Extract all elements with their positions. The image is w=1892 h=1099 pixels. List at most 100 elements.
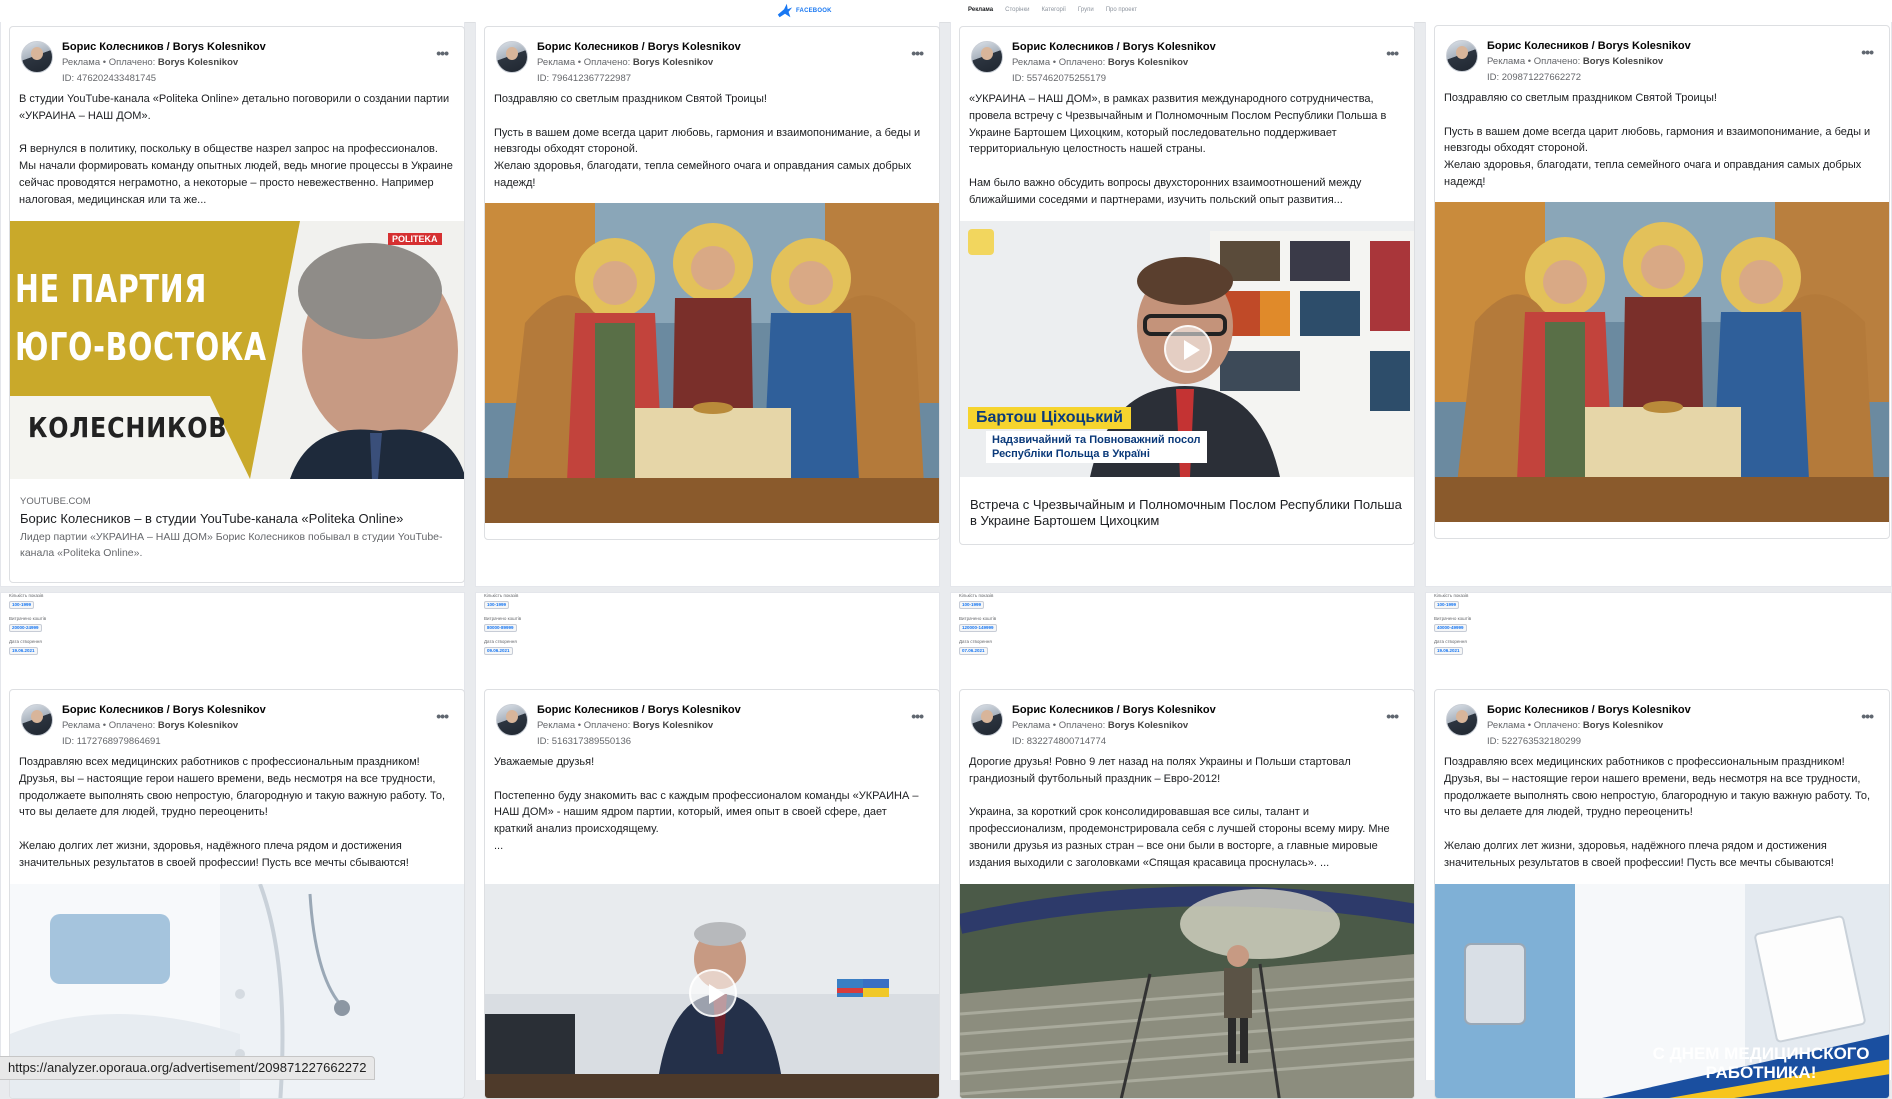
play-icon[interactable]: [689, 969, 737, 1017]
post-image[interactable]: [960, 884, 1414, 1098]
site-logo[interactable]: FACEBOOK: [776, 2, 832, 20]
ad-meta: Реклама • Оплачено: Borys Kolesnikov: [62, 720, 239, 731]
ad-meta: Реклама • Оплачено: Borys Kolesnikov: [1012, 57, 1189, 68]
ad-stats: Кількість показів 100-1999 Витрачено кошт…: [959, 593, 997, 655]
more-options-icon[interactable]: •••: [911, 45, 924, 61]
video-title[interactable]: Встреча с Чрезвычайным и Полномочным Пос…: [970, 497, 1406, 529]
ad-id: ID: 476202433481745: [62, 73, 157, 84]
post-image[interactable]: [1435, 202, 1889, 522]
avatar[interactable]: [1446, 704, 1478, 736]
stadium-image-art: [960, 884, 1414, 1098]
avatar[interactable]: [971, 41, 1003, 73]
ad-meta: Реклама • Оплачено: Borys Kolesnikov: [62, 57, 239, 68]
ad-stats: Кількість показів 100-1999 Витрачено кошт…: [9, 593, 47, 655]
ad-card-5[interactable]: Борис Колесников / Borys Kolesnikov Рекл…: [9, 689, 465, 1099]
logo-text: FACEBOOK: [796, 8, 832, 14]
avatar[interactable]: [496, 41, 528, 73]
video-caption[interactable]: Встреча с Чрезвычайным и Полномочным Пос…: [960, 493, 1414, 529]
post-video[interactable]: [485, 884, 939, 1098]
ad-card-4[interactable]: Борис Колесников / Borys Kolesnikov Рекл…: [1434, 25, 1890, 539]
more-options-icon[interactable]: •••: [1386, 45, 1399, 61]
column-1: Борис Колесников / Borys Kolesnikov Рекл…: [0, 22, 465, 1099]
more-options-icon[interactable]: •••: [911, 708, 924, 724]
ad-stats: Кількість показів 100-1999 Витрачено кошт…: [484, 593, 522, 655]
nav-link-groups[interactable]: Групи: [1078, 7, 1094, 13]
post-text: Поздравляю со светлым праздником Святой …: [494, 93, 921, 189]
ad-stats: Кількість показів 100-1999 Витрачено кошт…: [1434, 593, 1472, 655]
author-name[interactable]: Борис Колесников / Borys Kolesnikov: [1012, 41, 1216, 53]
thumb-line-3: КОЛЕСНИКОВ: [28, 411, 228, 444]
ad-card-7[interactable]: Борис Колесников / Borys Kolesnikov Рекл…: [959, 689, 1415, 1099]
post-text: «УКРАИНА – НАШ ДОМ», в рамках развития м…: [969, 93, 1387, 206]
nav-link-categories[interactable]: Категорії: [1041, 7, 1065, 13]
link-preview[interactable]: YOUTUBE.COM Борис Колесников – в студии …: [10, 496, 464, 561]
thumb-line-1: НЕ ПАРТИЯ: [15, 267, 208, 311]
ad-id: ID: 832274800714774: [1012, 736, 1107, 747]
top-nav: FACEBOOK Реклама Сторінки Категорії Груп…: [0, 0, 1892, 23]
ad-card-1[interactable]: Борис Колесников / Borys Kolesnikov Рекл…: [9, 26, 465, 583]
post-image[interactable]: НЕ ПАРТИЯ ЮГО-ВОСТОКА КОЛЕСНИКОВ POLITEK…: [10, 221, 464, 479]
ad-meta: Реклама • Оплачено: Borys Kolesnikov: [537, 720, 714, 731]
ad-meta: Реклама • Оплачено: Borys Kolesnikov: [1487, 720, 1664, 731]
ad-card-8[interactable]: Борис Колесников / Borys Kolesnikov Рекл…: [1434, 689, 1890, 1099]
avatar[interactable]: [971, 704, 1003, 736]
ad-id: ID: 1172768979864691: [62, 736, 161, 747]
avatar[interactable]: [1446, 40, 1478, 72]
author-name[interactable]: Борис Колесников / Borys Kolesnikov: [1487, 704, 1691, 716]
link-domain: YOUTUBE.COM: [20, 496, 91, 507]
column-3: Борис Колесников / Borys Kolesnikov Рекл…: [950, 22, 1415, 1099]
author-name[interactable]: Борис Колесников / Borys Kolesnikov: [62, 704, 266, 716]
nav-links: Реклама Сторінки Категорії Групи Про про…: [968, 7, 1137, 13]
more-options-icon[interactable]: •••: [436, 708, 449, 724]
author-name[interactable]: Борис Колесников / Borys Kolesnikov: [537, 704, 741, 716]
ad-id: ID: 522763532180299: [1487, 736, 1582, 747]
ad-id: ID: 209871227662272: [1487, 72, 1582, 83]
play-icon[interactable]: [1164, 325, 1212, 373]
author-name[interactable]: Борис Колесников / Borys Kolesnikov: [537, 41, 741, 53]
post-video[interactable]: Бартош Ціхоцький Надзвичайний та Повнова…: [960, 221, 1414, 477]
video-lower-third-name: Бартош Ціхоцький: [968, 407, 1131, 429]
browser-status-url: https://analyzer.oporaua.org/advertiseme…: [0, 1056, 376, 1080]
more-options-icon[interactable]: •••: [1861, 44, 1874, 60]
post-text: Дорогие друзья! Ровно 9 лет назад на пол…: [969, 756, 1390, 869]
post-image[interactable]: [485, 203, 939, 523]
post-text: Поздравляю всех медицинских работников с…: [1444, 756, 1871, 869]
ad-card-6[interactable]: Борис Колесников / Borys Kolesnikov Рекл…: [484, 689, 940, 1099]
avatar[interactable]: [21, 704, 53, 736]
ad-id: ID: 796412367722987: [537, 73, 632, 84]
post-image[interactable]: С ДНЕМ МЕДИЦИНСКОГО РАБОТНИКА!: [1435, 884, 1889, 1098]
bird-logo-icon: [777, 3, 793, 18]
post-text: Поздравляю всех медицинских работников с…: [19, 756, 446, 869]
politeka-badge: POLITEKA: [388, 233, 442, 245]
ad-meta: Реклама • Оплачено: Borys Kolesnikov: [537, 57, 714, 68]
more-options-icon[interactable]: •••: [1861, 708, 1874, 724]
column-4: Борис Колесников / Borys Kolesnikov Рекл…: [1425, 22, 1892, 1099]
ad-id: ID: 557462075255179: [1012, 73, 1107, 84]
nav-link-pages[interactable]: Сторінки: [1005, 7, 1029, 13]
video-lower-third-role: Надзвичайний та Повноважний посол Республ…: [986, 431, 1207, 463]
more-options-icon[interactable]: •••: [436, 45, 449, 61]
ad-id: ID: 516317389550136: [537, 736, 632, 747]
nav-link-ads[interactable]: Реклама: [968, 7, 993, 13]
ad-card-3[interactable]: Борис Колесников / Borys Kolesnikov Рекл…: [959, 26, 1415, 545]
trinity-icon-art: [1435, 202, 1889, 522]
more-options-icon[interactable]: •••: [1386, 708, 1399, 724]
thumb-line-2: ЮГО-ВОСТОКА: [15, 325, 267, 369]
ad-meta: Реклама • Оплачено: Borys Kolesnikov: [1012, 720, 1189, 731]
author-name[interactable]: Борис Колесников / Borys Kolesnikov: [1012, 704, 1216, 716]
link-title[interactable]: Борис Колесников – в студии YouTube-кана…: [20, 511, 456, 527]
trinity-icon-art: [485, 203, 939, 523]
avatar[interactable]: [496, 704, 528, 736]
post-text: Уважаемые друзья! Постепенно буду знаком…: [494, 756, 919, 852]
ad-meta: Реклама • Оплачено: Borys Kolesnikov: [1487, 56, 1664, 67]
nav-link-about[interactable]: Про проект: [1106, 7, 1137, 13]
column-2: Борис Колесников / Borys Kolesnikov Рекл…: [475, 22, 940, 1099]
post-text: Поздравляю со светлым праздником Святой …: [1444, 92, 1871, 188]
avatar[interactable]: [21, 41, 53, 73]
image-caption-text: С ДНЕМ МЕДИЦИНСКОГО РАБОТНИКА!: [1652, 1044, 1870, 1082]
ad-card-2[interactable]: Борис Колесников / Borys Kolesnikov Рекл…: [484, 26, 940, 540]
post-text: В студии YouTube-канала «Politeka Online…: [19, 93, 453, 206]
link-description: Лидер партии «УКРАИНА – НАШ ДОМ» Борис К…: [20, 531, 443, 559]
author-name[interactable]: Борис Колесников / Borys Kolesnikov: [62, 41, 266, 53]
author-name[interactable]: Борис Колесников / Borys Kolesnikov: [1487, 40, 1691, 52]
